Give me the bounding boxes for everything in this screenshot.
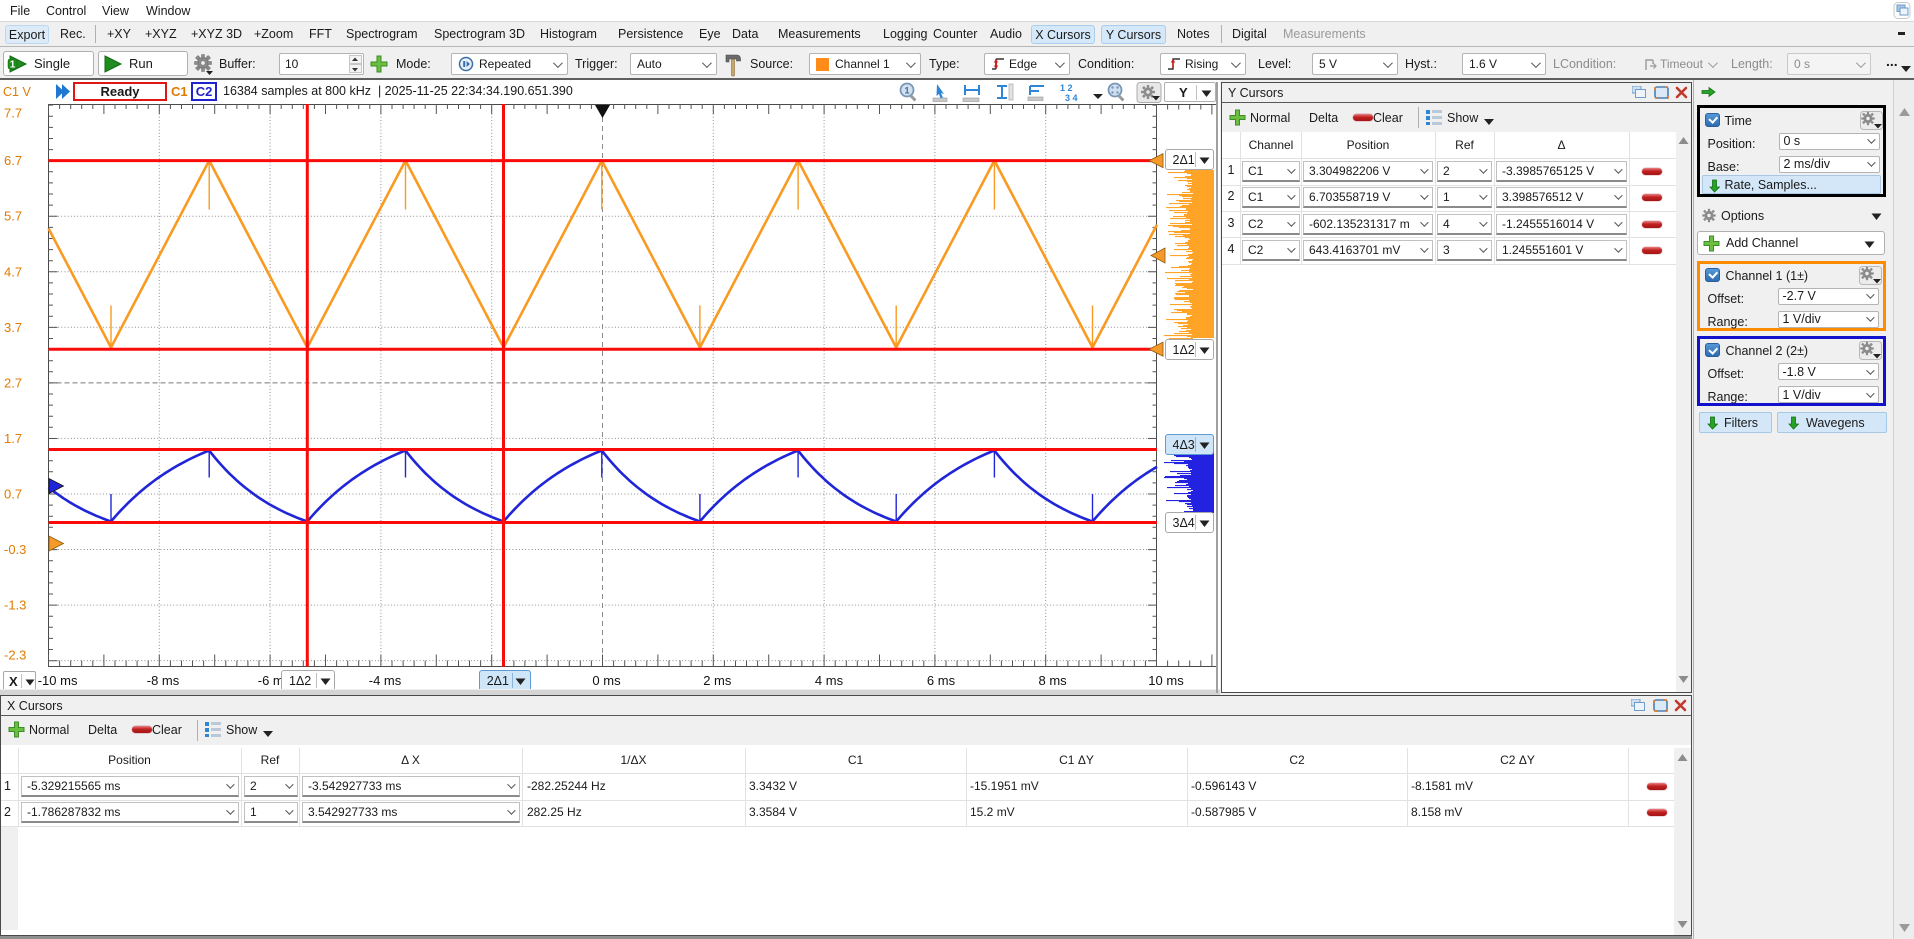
svg-text:10 ms: 10 ms: [1148, 673, 1184, 688]
svg-text:3.7: 3.7: [4, 320, 22, 335]
svg-text:-8 ms: -8 ms: [147, 673, 180, 688]
svg-text:-0.3: -0.3: [4, 542, 26, 557]
svg-text:1: 1: [10, 59, 16, 70]
svg-text:-2.3: -2.3: [4, 648, 26, 663]
svg-text:2 ms: 2 ms: [703, 673, 732, 688]
svg-text:-10 ms: -10 ms: [38, 673, 78, 688]
svg-text:0.7: 0.7: [4, 487, 22, 502]
svg-text:2.7: 2.7: [4, 375, 22, 390]
svg-text:0 ms: 0 ms: [592, 673, 621, 688]
svg-text:5.7: 5.7: [4, 209, 22, 224]
svg-text:4 ms: 4 ms: [815, 673, 844, 688]
svg-text:8 ms: 8 ms: [1039, 673, 1068, 688]
svg-text:3 4: 3 4: [1065, 93, 1078, 103]
svg-text:-4 ms: -4 ms: [369, 673, 402, 688]
svg-text:4.7: 4.7: [4, 264, 22, 279]
svg-text:1.7: 1.7: [4, 431, 22, 446]
svg-text:7.7: 7.7: [4, 106, 22, 121]
svg-text:6.7: 6.7: [4, 153, 22, 168]
svg-text:1 2: 1 2: [1060, 83, 1073, 93]
svg-text:-1.3: -1.3: [4, 598, 26, 613]
svg-text:6 ms: 6 ms: [927, 673, 956, 688]
svg-text:1: 1: [904, 86, 909, 96]
